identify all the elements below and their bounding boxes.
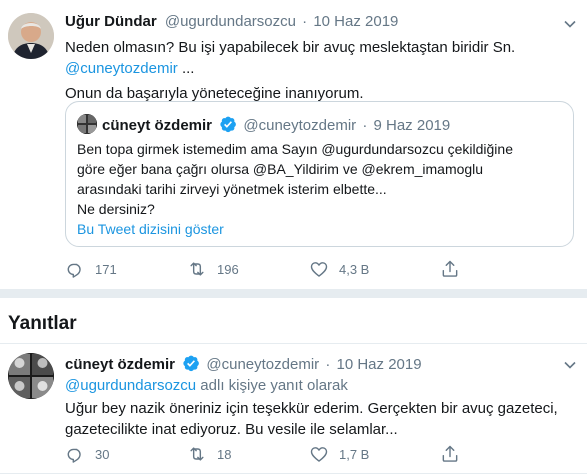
- author-name[interactable]: Uğur Dündar: [65, 13, 157, 30]
- retweet-icon: [190, 262, 204, 276]
- tweet-text-line: Neden olmasın? Bu işi yapabilecek bir av…: [65, 39, 516, 56]
- tweet-text: Neden olmasın? Bu işi yapabilecek bir av…: [65, 37, 580, 104]
- replies-heading: Yanıtlar: [8, 313, 77, 334]
- avatar-cuneyt-ozdemir[interactable]: [8, 353, 54, 399]
- reply-tweet[interactable]: cüneyt özdemir @cuneytozdemir · 10 Haz 2…: [0, 345, 587, 474]
- reply-context: @ugurdundarsozcu adlı kişiye yanıt olara…: [65, 377, 348, 394]
- reply-button[interactable]: 30: [65, 444, 187, 464]
- quoted-author-handle[interactable]: @cuneytozdemir: [243, 117, 356, 134]
- reply-button[interactable]: 171: [65, 259, 187, 279]
- section-divider: [0, 290, 587, 298]
- quoted-text-line: göre eğer bana çağrı olursa @BA_Yildirim…: [77, 161, 484, 177]
- reply-icon: [67, 448, 81, 463]
- retweet-count: 196: [217, 261, 239, 277]
- retweet-count: 18: [217, 446, 232, 462]
- separator-dot: ·: [325, 356, 331, 373]
- like-icon: [310, 262, 328, 277]
- retweet-button[interactable]: 196: [187, 259, 309, 279]
- verified-badge-icon: [183, 355, 200, 372]
- reply-count: 30: [95, 446, 110, 462]
- quoted-author-name[interactable]: cüneyt özdemir: [102, 117, 212, 134]
- quoted-text-line: Ben topa girmek istemedim ama Sayın @ugu…: [77, 141, 513, 157]
- replies-section-header: Yanıtlar: [0, 298, 587, 344]
- chevron-down-icon[interactable]: [563, 17, 577, 31]
- mention-link[interactable]: @cuneytozdemir: [65, 60, 178, 77]
- author-name[interactable]: cüneyt özdemir: [65, 356, 175, 373]
- share-button[interactable]: [440, 444, 470, 464]
- like-button[interactable]: 1,7 B: [309, 444, 440, 464]
- reply-to-mention[interactable]: @ugurdundarsozcu: [65, 377, 196, 394]
- reply-to-suffix: adlı kişiye yanıt olarak: [196, 377, 348, 394]
- quoted-tweet[interactable]: cüneyt özdemir @cuneytozdemir · 9 Haz 20…: [65, 101, 574, 247]
- tweet-text-line: Uğur bey nazik öneriniz için teşekkür ed…: [65, 400, 558, 417]
- chevron-down-icon[interactable]: [563, 358, 577, 372]
- quoted-timestamp[interactable]: 9 Haz 2019: [374, 117, 451, 134]
- retweet-button[interactable]: 18: [187, 444, 309, 464]
- reply-icon: [67, 263, 81, 278]
- author-handle[interactable]: @cuneytozdemir: [206, 356, 319, 373]
- avatar-ugur-dundar[interactable]: [8, 13, 54, 59]
- tweet-actions: 171 196 4,3 B: [65, 259, 470, 279]
- verified-badge-icon: [220, 116, 237, 133]
- like-icon: [310, 447, 328, 462]
- author-handle[interactable]: @ugurdundarsozcu: [165, 13, 296, 30]
- separator-dot: ·: [302, 13, 308, 30]
- ellipsis: ...: [177, 60, 195, 77]
- like-count: 1,7 B: [339, 446, 370, 462]
- tweet-text-line: @cuneytozdemir ...: [65, 58, 580, 79]
- tweet-text-line: gazetecilikte inat ediyoruz. Bu vesile i…: [65, 421, 398, 438]
- tweet-actions: 30 18 1,7 B: [65, 444, 470, 464]
- tweet-text: Uğur bey nazik öneriniz için teşekkür ed…: [65, 398, 580, 440]
- tweet-timestamp[interactable]: 10 Haz 2019: [313, 13, 398, 30]
- like-button[interactable]: 4,3 B: [309, 259, 440, 279]
- reply-count: 171: [95, 261, 117, 277]
- quoted-text: Ben topa girmek istemedim ama Sayın @ugu…: [77, 139, 567, 219]
- share-icon: [442, 445, 458, 462]
- quoted-text-line: arasındaki tarihi zirveyi yönetmek ister…: [77, 181, 387, 197]
- like-count: 4,3 B: [339, 261, 370, 277]
- separator-dot: ·: [362, 117, 368, 134]
- quoted-text-line: Ne dersiniz?: [77, 201, 155, 217]
- retweet-icon: [190, 447, 204, 461]
- tweet-timestamp[interactable]: 10 Haz 2019: [337, 356, 422, 373]
- avatar-cuneyt-ozdemir[interactable]: [77, 114, 97, 134]
- main-tweet[interactable]: Uğur Dündar @ugurdundarsozcu · 10 Haz 20…: [0, 0, 587, 290]
- share-icon: [442, 260, 458, 277]
- show-thread-link[interactable]: Bu Tweet dizisini göster: [77, 219, 224, 240]
- share-button[interactable]: [440, 259, 470, 279]
